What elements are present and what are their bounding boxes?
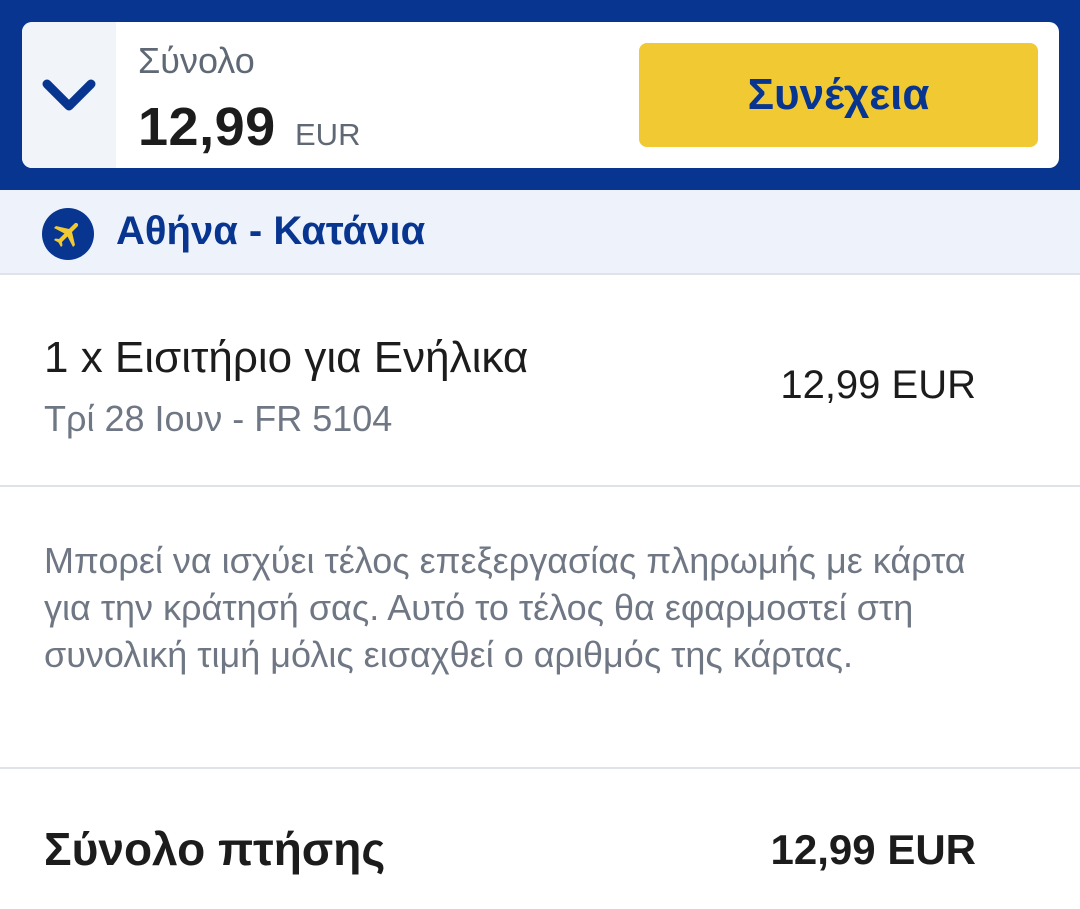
header-bar: Σύνολο 12,99 EUR Συνέχεια <box>0 0 1080 190</box>
ticket-line-item: 1 x Εισιτήριο για Ενήλικα Τρί 28 Ιουν - … <box>0 277 1080 487</box>
route-header: Αθήνα - Κατάνια <box>0 190 1080 275</box>
flight-total-amount: 12,99 EUR <box>770 826 976 873</box>
plane-icon <box>42 208 94 260</box>
total-label: Σύνολο <box>138 40 255 81</box>
continue-button[interactable]: Συνέχεια <box>639 43 1038 147</box>
card-fee-notice: Μπορεί να ισχύει τέλος επεξεργασίας πληρ… <box>44 540 966 675</box>
total-amount: 12,99 <box>138 97 276 157</box>
ticket-price: 12,99 EUR <box>780 363 976 407</box>
total-summary-card: Σύνολο 12,99 EUR Συνέχεια <box>22 22 1059 168</box>
ticket-title: 1 x Εισιτήριο για Ενήλικα <box>44 333 529 382</box>
divider <box>0 767 1080 769</box>
flight-total-label: Σύνολο πτήσης <box>44 823 386 875</box>
flight-details: Τρί 28 Ιουν - FR 5104 <box>44 398 393 439</box>
total-currency: EUR <box>295 117 361 152</box>
route-title: Αθήνα - Κατάνια <box>116 209 426 253</box>
expand-summary-button[interactable] <box>22 22 116 168</box>
chevron-down-icon <box>42 79 96 111</box>
